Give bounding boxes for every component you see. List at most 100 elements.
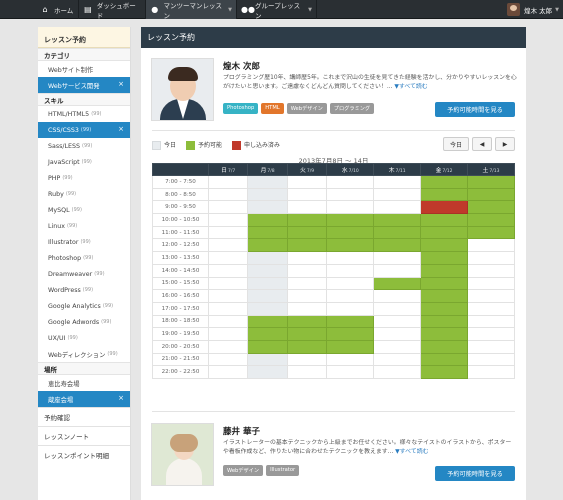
- sidebar-filter-item[interactable]: 蔵座会場 ×: [38, 391, 130, 407]
- time-label: 22:00 - 22:50: [152, 365, 209, 379]
- slot-available[interactable]: [286, 225, 328, 240]
- slot-available[interactable]: [420, 175, 469, 189]
- teacher-name[interactable]: 煌木 次郎: [223, 60, 260, 72]
- sidebar-link[interactable]: レッスンポイント明細: [38, 445, 130, 464]
- slot-available[interactable]: [420, 213, 469, 227]
- sidebar-filter-item[interactable]: Sass/LESS (99): [38, 138, 130, 154]
- slot-empty: [373, 301, 422, 316]
- page-title: レッスン予約: [141, 27, 526, 48]
- sidebar-filter-item[interactable]: PHP (99): [38, 170, 130, 186]
- today-button[interactable]: 今日: [443, 137, 469, 151]
- sidebar-link[interactable]: 予約確認: [38, 407, 130, 426]
- slot-available[interactable]: [326, 314, 375, 329]
- sidebar-filter-label: Linux: [48, 222, 65, 230]
- sidebar-filter-item[interactable]: Dreamweaver (99): [38, 266, 130, 282]
- remove-filter-icon[interactable]: ×: [118, 80, 124, 88]
- slot-available[interactable]: [467, 187, 515, 202]
- slot-available[interactable]: [420, 251, 469, 265]
- slot-available[interactable]: [373, 213, 422, 227]
- slot-available[interactable]: [247, 314, 288, 329]
- nav-dashboard[interactable]: ▤ ダッシュボード: [79, 0, 146, 20]
- sidebar-filter-item[interactable]: Illustrator (99): [38, 234, 130, 250]
- sidebar-filter-item[interactable]: JavaScript (99): [38, 154, 130, 170]
- slot-available[interactable]: [373, 225, 422, 240]
- read-more-link[interactable]: ▼すべて読む: [394, 84, 427, 90]
- slot-available[interactable]: [326, 213, 375, 227]
- sidebar-filter-item[interactable]: HTML/HTML5 (99): [38, 106, 130, 122]
- slot-available[interactable]: [420, 301, 469, 316]
- slot-available[interactable]: [286, 238, 328, 253]
- slot-available[interactable]: [420, 238, 469, 253]
- sidebar-filter-item[interactable]: Linux (99): [38, 218, 130, 234]
- teacher-photo[interactable]: [151, 58, 214, 121]
- slot-available[interactable]: [420, 314, 469, 329]
- tag[interactable]: プログラミング: [329, 103, 375, 114]
- teacher-photo[interactable]: [151, 423, 214, 486]
- slot-available[interactable]: [467, 175, 515, 189]
- sidebar-filter-item[interactable]: UX/UI (99): [38, 330, 130, 346]
- tag[interactable]: Photoshop: [223, 103, 259, 114]
- teacher-name[interactable]: 藤井 華子: [223, 425, 260, 437]
- slot-available[interactable]: [467, 225, 515, 240]
- sidebar-filter-item[interactable]: Google Analytics (99): [38, 298, 130, 314]
- slot-available[interactable]: [247, 225, 288, 240]
- slot-available[interactable]: [420, 225, 469, 240]
- slot-available[interactable]: [420, 289, 469, 303]
- tag[interactable]: HTML: [261, 103, 284, 114]
- slot-available[interactable]: [286, 213, 328, 227]
- nav-group-lesson[interactable]: ●● グループレッスン ▼: [237, 0, 317, 20]
- slot-available[interactable]: [420, 263, 469, 278]
- slot-available[interactable]: [326, 238, 375, 253]
- sidebar-filter-item[interactable]: Webディレクション (99): [38, 346, 130, 362]
- slot-available[interactable]: [286, 314, 328, 329]
- tag[interactable]: Webデザイン: [223, 465, 264, 476]
- sidebar-filter-item[interactable]: WordPress (99): [38, 282, 130, 298]
- slot-available[interactable]: [247, 238, 288, 253]
- slot-available[interactable]: [247, 327, 288, 341]
- slot-available[interactable]: [420, 327, 469, 341]
- day-date: 7/9: [306, 169, 315, 174]
- slot-available[interactable]: [286, 339, 328, 354]
- slot-available[interactable]: [326, 225, 375, 240]
- slot-available[interactable]: [326, 327, 375, 341]
- slot-available[interactable]: [420, 276, 469, 291]
- sidebar-filter-item[interactable]: CSS/CSS3 (99) ×: [38, 122, 130, 138]
- sidebar-filter-item[interactable]: Webサービス開発 ×: [38, 77, 130, 93]
- prev-week-button[interactable]: ◀: [472, 137, 492, 151]
- view-available-times-button[interactable]: 予約可能時間を見る: [435, 102, 515, 117]
- slot-available[interactable]: [373, 276, 422, 291]
- slot-empty: [326, 263, 375, 278]
- read-more-link[interactable]: ▼すべて読む: [395, 449, 428, 455]
- slot-available[interactable]: [420, 187, 469, 202]
- slot-available[interactable]: [420, 352, 469, 367]
- sidebar-filter-item[interactable]: 恵比寿会場: [38, 375, 130, 391]
- view-available-times-button[interactable]: 予約可能時間を見る: [435, 466, 515, 481]
- nav-home[interactable]: ⌂ ホーム: [36, 0, 79, 19]
- slot-available[interactable]: [420, 339, 469, 354]
- tag[interactable]: Webデザイン: [286, 103, 327, 114]
- slot-empty: [467, 352, 515, 367]
- slot-available[interactable]: [467, 213, 515, 227]
- slot-available[interactable]: [286, 327, 328, 341]
- sidebar-link[interactable]: レッスンノート: [38, 426, 130, 445]
- sidebar-filter-item[interactable]: Photoshop (99): [38, 250, 130, 266]
- sidebar-filter-item[interactable]: Ruby (99): [38, 186, 130, 202]
- slot-available[interactable]: [420, 365, 469, 379]
- tag[interactable]: Illustrator: [266, 465, 300, 476]
- sidebar-filter-item[interactable]: Webサイト制作: [38, 61, 130, 77]
- slot-available[interactable]: [247, 213, 288, 227]
- user-menu[interactable]: 煌木 太郎 ▼: [507, 0, 559, 19]
- nav-private-lesson[interactable]: ● マンツーマンレッスン ▼: [146, 0, 237, 20]
- sidebar-filter-item[interactable]: MySQL (99): [38, 202, 130, 218]
- remove-filter-icon[interactable]: ×: [118, 394, 124, 402]
- slot-available[interactable]: [326, 339, 375, 354]
- slot-empty: [373, 352, 422, 367]
- time-slot-row: 19:00 - 19:50: [152, 327, 515, 341]
- remove-filter-icon[interactable]: ×: [118, 125, 124, 133]
- slot-available[interactable]: [247, 339, 288, 354]
- slot-available[interactable]: [373, 238, 422, 253]
- slot-empty: [326, 175, 375, 189]
- slot-available[interactable]: [467, 200, 515, 215]
- next-week-button[interactable]: ▶: [495, 137, 515, 151]
- sidebar-filter-item[interactable]: Google Adwords (99): [38, 314, 130, 330]
